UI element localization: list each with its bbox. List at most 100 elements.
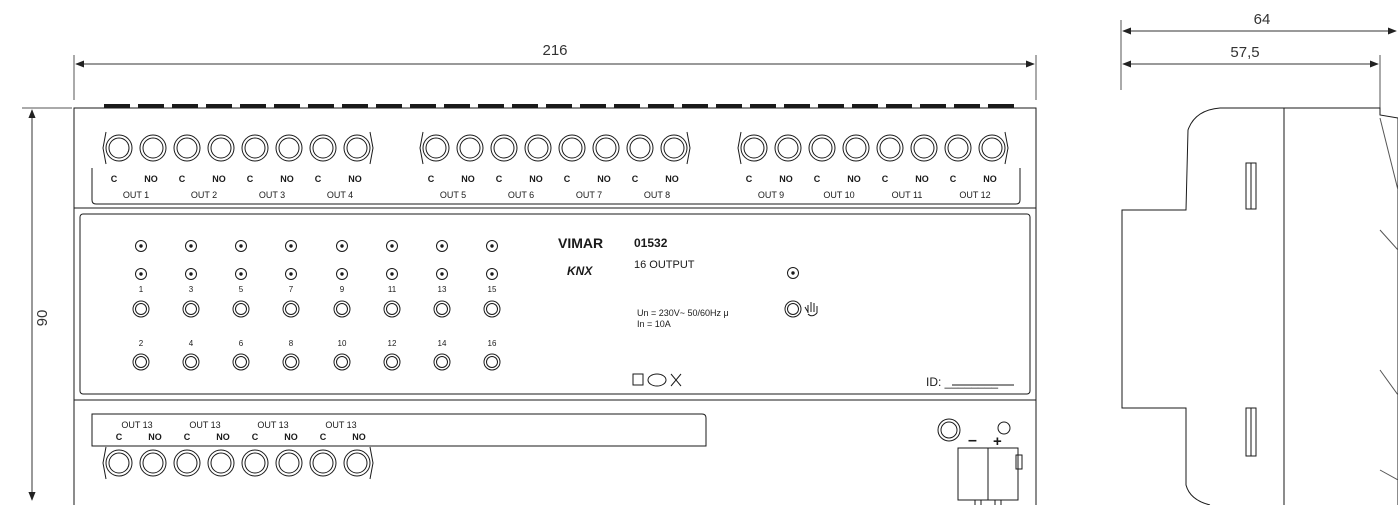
terminal-screw: [241, 449, 269, 477]
contact-label-no: NO: [212, 174, 226, 184]
terminal-screw-inner: [527, 137, 549, 159]
channel-button[interactable]: [132, 300, 150, 318]
tp-symbol: [647, 373, 667, 387]
contact-label-c: C: [252, 432, 259, 442]
contact-label-no: NO: [915, 174, 929, 184]
contact-label-no: NO: [779, 174, 793, 184]
programming-button[interactable]: [937, 418, 961, 442]
output-label: OUT 13: [121, 420, 152, 430]
channel-button[interactable]: [433, 300, 451, 318]
channel-button[interactable]: [182, 353, 200, 371]
output-label: OUT 8: [644, 190, 670, 200]
channel-button[interactable]: [282, 300, 300, 318]
contact-label-c: C: [950, 174, 957, 184]
channel-button[interactable]: [483, 353, 501, 371]
channel-number: 6: [239, 339, 244, 348]
terminal-screw-inner: [663, 137, 685, 159]
status-led-dot: [139, 272, 143, 276]
channel-number: 8: [289, 339, 294, 348]
contact-label-c: C: [564, 174, 571, 184]
contact-label-no: NO: [348, 174, 362, 184]
terminal-screw: [910, 134, 938, 162]
edge-tab: [580, 104, 606, 108]
channel-button[interactable]: [333, 300, 351, 318]
terminal-screw: [808, 134, 836, 162]
edge-tab: [104, 104, 130, 108]
channel-button[interactable]: [383, 300, 401, 318]
edge-tab: [172, 104, 198, 108]
edge-tab: [410, 104, 436, 108]
output-label: OUT 4: [327, 190, 353, 200]
channel-button[interactable]: [333, 353, 351, 371]
terminal-screw-inner: [312, 452, 334, 474]
terminal-screw-inner: [210, 137, 232, 159]
channel-number: 2: [139, 339, 144, 348]
edge-tab: [750, 104, 776, 108]
terminal-screw-inner: [108, 137, 130, 159]
terminal-screw-inner: [176, 137, 198, 159]
output-label: OUT 7: [576, 190, 602, 200]
status-led-dot: [189, 244, 193, 248]
edge-tab: [512, 104, 538, 108]
terminal-screw: [309, 449, 337, 477]
terminal-screw: [558, 134, 586, 162]
contact-label-no: NO: [284, 432, 298, 442]
status-led-dot: [340, 272, 344, 276]
contact-label-c: C: [428, 174, 435, 184]
status-led-dot: [239, 272, 243, 276]
terminal-screw: [456, 134, 484, 162]
brand-logo: VIMAR: [558, 235, 603, 251]
edge-tab: [546, 104, 572, 108]
terminal-screw-inner: [595, 137, 617, 159]
channel-button[interactable]: [282, 353, 300, 371]
contact-label-c: C: [496, 174, 503, 184]
channel-button[interactable]: [433, 353, 451, 371]
terminal-screw-inner: [278, 137, 300, 159]
terminal-screw-inner: [879, 137, 901, 159]
side-profile: [1121, 107, 1398, 505]
contact-label-no: NO: [148, 432, 162, 442]
channel-button[interactable]: [232, 300, 250, 318]
contact-label-c: C: [746, 174, 753, 184]
channel-number: 5: [239, 285, 244, 294]
edge-tab: [342, 104, 368, 108]
depth-body-label: 57,5: [1230, 44, 1259, 61]
channel-number: 14: [438, 339, 447, 348]
channel-button[interactable]: [232, 353, 250, 371]
channel-button[interactable]: [182, 300, 200, 318]
channel-number: 16: [488, 339, 497, 348]
channel-button[interactable]: [483, 300, 501, 318]
terminal-screw-inner: [142, 452, 164, 474]
channel-button[interactable]: [132, 353, 150, 371]
terminal-screw: [173, 134, 201, 162]
manual-mode-button[interactable]: [784, 300, 802, 318]
channel-number: 4: [189, 339, 194, 348]
terminal-screw: [774, 134, 802, 162]
terminal-screw: [343, 449, 371, 477]
output-label: OUT 13: [189, 420, 220, 430]
terminal-screw: [105, 449, 133, 477]
channel-number: 9: [340, 285, 345, 294]
terminal-screw-inner: [425, 137, 447, 159]
top-terminal-blocks: [102, 131, 1009, 165]
top-edge-tabs: [104, 104, 1014, 108]
spec-voltage: Un = 230V~ 50/60Hz μ: [637, 308, 729, 318]
output-label: OUT 11: [892, 190, 923, 200]
model-description: 16 OUTPUT: [634, 259, 695, 271]
power-minus-label: –: [968, 432, 977, 449]
terminal-screw-inner: [142, 137, 164, 159]
output-label: OUT 13: [325, 420, 356, 430]
terminal-screw-inner: [947, 137, 969, 159]
contact-label-c: C: [632, 174, 639, 184]
terminal-screw: [660, 134, 688, 162]
terminal-screw-inner: [493, 137, 515, 159]
terminal-screw-inner: [312, 137, 334, 159]
terminal-screw: [139, 449, 167, 477]
output-label: OUT 9: [758, 190, 784, 200]
contact-label-no: NO: [597, 174, 611, 184]
contact-label-c: C: [814, 174, 821, 184]
terminal-screw: [626, 134, 654, 162]
channel-button[interactable]: [383, 353, 401, 371]
terminal-screw-inner: [278, 452, 300, 474]
terminal-screw-inner: [244, 137, 266, 159]
